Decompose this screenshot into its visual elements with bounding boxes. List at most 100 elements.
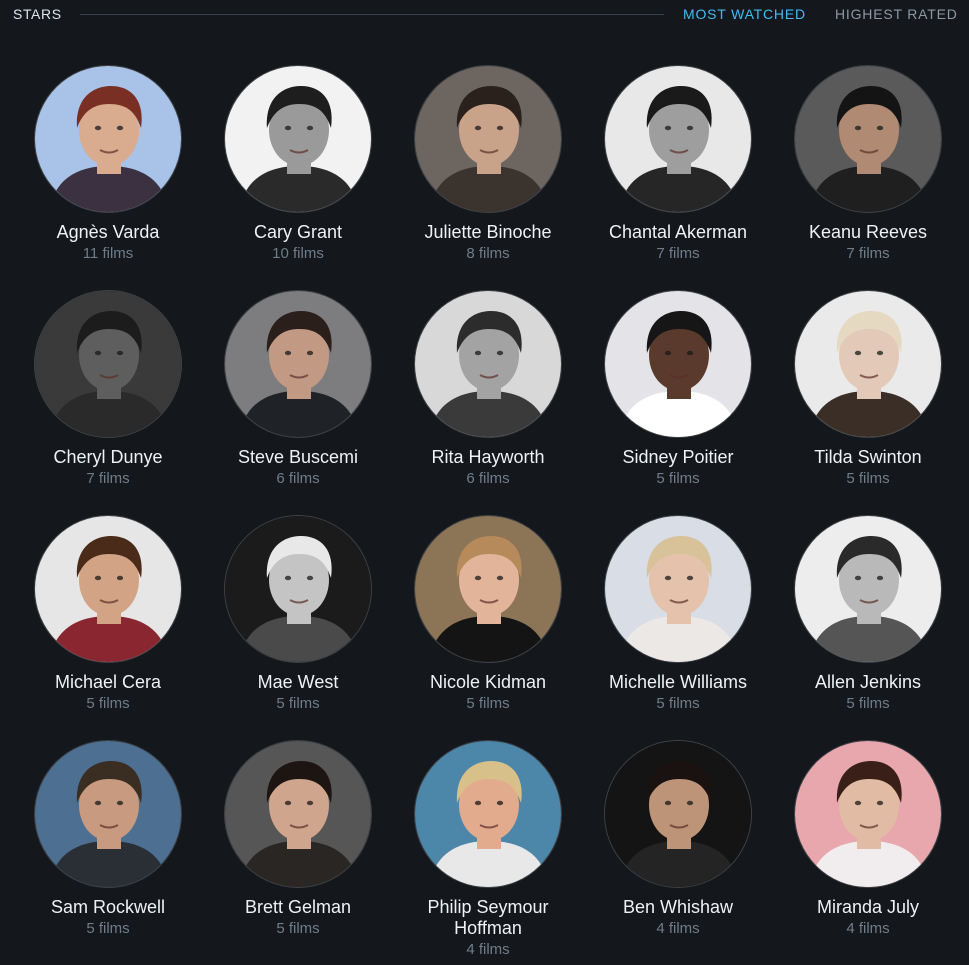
portrait-illustration [415,291,561,437]
star-name[interactable]: Ben Whishaw [588,897,768,918]
star-name[interactable]: Sidney Poitier [588,447,768,468]
star-card[interactable]: Steve Buscemi 6 films [203,290,393,515]
portrait-eye-right [686,575,694,581]
portrait-eye-left [94,350,102,356]
star-card[interactable]: Cheryl Dunye 7 films [13,290,203,515]
star-card[interactable]: Agnès Varda 11 films [13,65,203,290]
star-portrait[interactable] [224,65,372,213]
star-card[interactable]: Allen Jenkins 5 films [773,515,963,740]
film-count: 6 films [276,470,320,487]
portrait-eye-left [474,125,482,131]
star-name[interactable]: Philip Seymour Hoffman [398,897,578,939]
portrait-eye-left [854,800,862,806]
sort-most-watched-link[interactable]: MOST WATCHED [683,6,806,22]
star-portrait[interactable] [224,740,372,888]
star-name[interactable]: Mae West [208,672,388,693]
star-name[interactable]: Cheryl Dunye [18,447,198,468]
film-count: 5 films [846,695,890,712]
portrait-eye-left [474,575,482,581]
star-card[interactable]: Nicole Kidman 5 films [393,515,583,740]
portrait-illustration [605,291,751,437]
portrait-eye-right [116,575,124,581]
star-card[interactable]: Philip Seymour Hoffman 4 films [393,740,583,965]
star-portrait[interactable] [794,65,942,213]
star-name[interactable]: Miranda July [778,897,958,918]
star-card[interactable]: Ben Whishaw 4 films [583,740,773,965]
star-portrait[interactable] [224,290,372,438]
portrait-illustration [225,516,371,662]
portrait-eye-right [876,575,884,581]
portrait-eye-right [496,800,504,806]
portrait-illustration [35,66,181,212]
star-portrait[interactable] [794,740,942,888]
film-count: 7 films [86,470,130,487]
star-portrait[interactable] [604,515,752,663]
portrait-eye-right [686,800,694,806]
portrait-illustration [415,741,561,887]
film-count: 11 films [82,245,134,262]
star-name[interactable]: Steve Buscemi [208,447,388,468]
portrait-eye-left [284,575,292,581]
portrait-eye-left [854,350,862,356]
portrait-illustration [415,66,561,212]
star-card[interactable]: Tilda Swinton 5 films [773,290,963,515]
star-card[interactable]: Mae West 5 films [203,515,393,740]
star-card[interactable]: Chantal Akerman 7 films [583,65,773,290]
portrait-eye-right [306,350,314,356]
star-portrait[interactable] [604,740,752,888]
star-name[interactable]: Allen Jenkins [778,672,958,693]
sort-highest-rated-link[interactable]: HIGHEST RATED [835,6,958,22]
portrait-eye-left [664,350,672,356]
star-name[interactable]: Juliette Binoche [398,222,578,243]
star-name[interactable]: Agnès Varda [18,222,198,243]
star-card[interactable]: Sidney Poitier 5 films [583,290,773,515]
star-portrait[interactable] [414,65,562,213]
star-card[interactable]: Miranda July 4 films [773,740,963,965]
star-portrait[interactable] [34,740,182,888]
portrait-eye-left [94,575,102,581]
star-name[interactable]: Michelle Williams [588,672,768,693]
star-portrait[interactable] [414,515,562,663]
star-name[interactable]: Cary Grant [208,222,388,243]
star-portrait[interactable] [414,740,562,888]
star-portrait[interactable] [34,515,182,663]
portrait-eye-right [876,125,884,131]
portrait-eye-right [876,800,884,806]
star-name[interactable]: Chantal Akerman [588,222,768,243]
star-name[interactable]: Michael Cera [18,672,198,693]
star-name[interactable]: Keanu Reeves [778,222,958,243]
portrait-illustration [605,741,751,887]
star-card[interactable]: Michael Cera 5 films [13,515,203,740]
section-header: STARS MOST WATCHED HIGHEST RATED [0,0,969,30]
star-portrait[interactable] [604,290,752,438]
portrait-eye-left [664,800,672,806]
film-count: 7 films [846,245,890,262]
star-portrait[interactable] [794,515,942,663]
star-portrait[interactable] [794,290,942,438]
star-card[interactable]: Michelle Williams 5 films [583,515,773,740]
portrait-eye-right [116,350,124,356]
star-portrait[interactable] [34,65,182,213]
film-count: 5 films [276,695,320,712]
portrait-eye-right [686,350,694,356]
film-count: 6 films [466,470,510,487]
star-name[interactable]: Brett Gelman [208,897,388,918]
star-card[interactable]: Sam Rockwell 5 films [13,740,203,965]
star-portrait[interactable] [224,515,372,663]
star-card[interactable]: Keanu Reeves 7 films [773,65,963,290]
portrait-eye-left [664,125,672,131]
portrait-eye-left [284,125,292,131]
star-card[interactable]: Cary Grant 10 films [203,65,393,290]
star-card[interactable]: Brett Gelman 5 films [203,740,393,965]
star-name[interactable]: Nicole Kidman [398,672,578,693]
star-name[interactable]: Rita Hayworth [398,447,578,468]
star-card[interactable]: Rita Hayworth 6 films [393,290,583,515]
portrait-eye-left [664,575,672,581]
star-portrait[interactable] [604,65,752,213]
star-name[interactable]: Sam Rockwell [18,897,198,918]
star-name[interactable]: Tilda Swinton [778,447,958,468]
film-count: 5 films [466,695,510,712]
star-card[interactable]: Juliette Binoche 8 films [393,65,583,290]
star-portrait[interactable] [414,290,562,438]
star-portrait[interactable] [34,290,182,438]
